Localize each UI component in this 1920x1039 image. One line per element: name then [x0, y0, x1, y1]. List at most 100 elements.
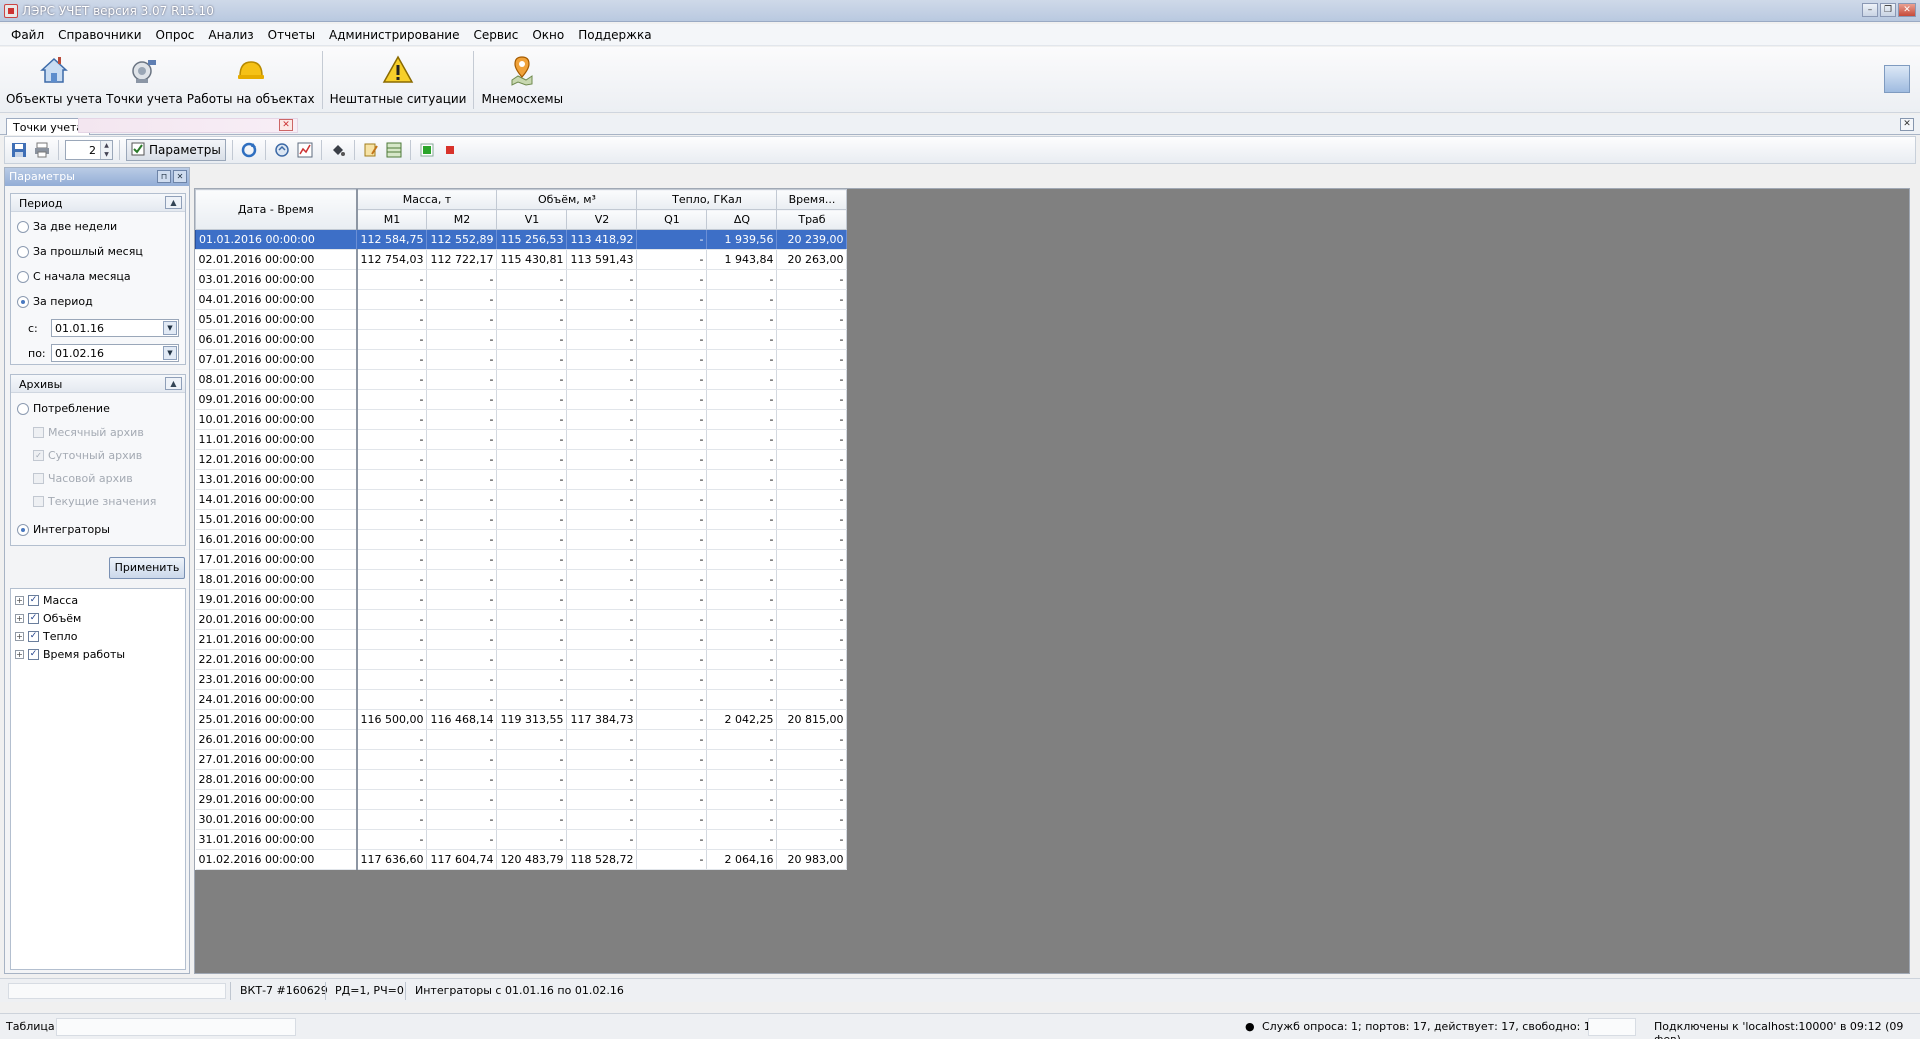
table-row[interactable]: 05.01.2016 00:00:00- - - - - - -	[195, 309, 848, 330]
value-cell[interactable]: -	[776, 449, 848, 470]
value-cell[interactable]: -	[706, 789, 778, 810]
points-button[interactable]: Точки учета	[106, 47, 183, 109]
date-cell[interactable]: 05.01.2016 00:00:00	[195, 309, 358, 330]
value-cell[interactable]: -	[356, 349, 428, 370]
column-header[interactable]: Траб	[776, 209, 848, 230]
value-cell[interactable]: -	[566, 649, 638, 670]
value-cell[interactable]: -	[426, 669, 498, 690]
value-cell[interactable]: -	[426, 449, 498, 470]
date-cell[interactable]: 19.01.2016 00:00:00	[195, 589, 358, 610]
table-row[interactable]: 29.01.2016 00:00:00- - - - - - -	[195, 789, 848, 810]
value-cell[interactable]: -	[566, 589, 638, 610]
value-cell[interactable]: -	[706, 509, 778, 530]
radio-integrators[interactable]: Интеграторы	[17, 523, 110, 536]
value-cell[interactable]: -	[496, 269, 568, 290]
value-cell[interactable]: -	[356, 569, 428, 590]
table-row[interactable]: 14.01.2016 00:00:00- - - - - - -	[195, 489, 848, 510]
value-cell[interactable]: -	[566, 729, 638, 750]
value-cell[interactable]: -	[356, 729, 428, 750]
value-cell[interactable]: -	[566, 349, 638, 370]
value-cell[interactable]: -	[706, 829, 778, 850]
value-cell[interactable]: 115 256,53	[496, 229, 568, 250]
params-toggle-button[interactable]: Параметры	[126, 139, 226, 161]
value-cell[interactable]: -	[356, 409, 428, 430]
value-cell[interactable]: -	[706, 409, 778, 430]
value-cell[interactable]: -	[356, 429, 428, 450]
value-cell[interactable]: -	[566, 429, 638, 450]
close-panel-icon[interactable]: ✕	[173, 170, 187, 183]
value-cell[interactable]: -	[636, 309, 708, 330]
value-cell[interactable]: -	[356, 449, 428, 470]
value-cell[interactable]: -	[636, 269, 708, 290]
value-cell[interactable]: -	[426, 489, 498, 510]
value-cell[interactable]: -	[636, 529, 708, 550]
value-cell[interactable]: -	[636, 829, 708, 850]
date-cell[interactable]: 25.01.2016 00:00:00	[195, 709, 358, 730]
menu-administration[interactable]: Администрирование	[322, 28, 466, 42]
value-cell[interactable]: -	[496, 829, 568, 850]
value-cell[interactable]: -	[356, 389, 428, 410]
spin-arrows-icon[interactable]: ▲ ▼	[100, 141, 112, 159]
value-cell[interactable]: -	[776, 409, 848, 430]
date-cell[interactable]: 13.01.2016 00:00:00	[195, 469, 358, 490]
value-cell[interactable]: 115 430,81	[496, 249, 568, 270]
value-cell[interactable]: -	[426, 749, 498, 770]
value-cell[interactable]: -	[426, 609, 498, 630]
value-cell[interactable]: -	[426, 549, 498, 570]
value-cell[interactable]: -	[776, 529, 848, 550]
column-header[interactable]: V2	[566, 209, 638, 230]
value-cell[interactable]: -	[566, 529, 638, 550]
value-cell[interactable]: -	[496, 329, 568, 350]
value-cell[interactable]: -	[636, 809, 708, 830]
value-cell[interactable]: -	[706, 449, 778, 470]
value-cell[interactable]: -	[706, 429, 778, 450]
print-icon[interactable]	[32, 140, 52, 160]
value-cell[interactable]: -	[566, 809, 638, 830]
value-cell[interactable]: -	[356, 649, 428, 670]
value-cell[interactable]: -	[776, 389, 848, 410]
value-cell[interactable]: -	[566, 749, 638, 770]
collapse-icon[interactable]: ▲	[165, 377, 182, 390]
value-cell[interactable]: -	[776, 629, 848, 650]
save-icon[interactable]	[9, 140, 29, 160]
tab-blurred[interactable]	[78, 118, 298, 133]
value-cell[interactable]: -	[426, 269, 498, 290]
value-cell[interactable]: -	[496, 689, 568, 710]
value-cell[interactable]: -	[636, 729, 708, 750]
value-cell[interactable]: 1 943,84	[706, 249, 778, 270]
value-cell[interactable]: -	[356, 629, 428, 650]
value-cell[interactable]: 112 754,03	[356, 249, 428, 270]
count-stepper[interactable]: 2 ▲ ▼	[65, 140, 113, 160]
value-cell[interactable]: -	[426, 509, 498, 530]
pin-icon[interactable]: ⊓	[157, 170, 171, 183]
value-cell[interactable]: -	[426, 529, 498, 550]
value-cell[interactable]: -	[636, 789, 708, 810]
table-row[interactable]: 11.01.2016 00:00:00- - - - - - -	[195, 429, 848, 450]
table-row[interactable]: 03.01.2016 00:00:00- - - - - - -	[195, 269, 848, 290]
value-cell[interactable]: -	[776, 509, 848, 530]
value-cell[interactable]: -	[636, 409, 708, 430]
layout-icon[interactable]	[1884, 65, 1910, 93]
to-date-field[interactable]: 01.02.16 ▼	[51, 344, 179, 362]
value-cell[interactable]: -	[636, 629, 708, 650]
period-header[interactable]: Период ▲	[11, 194, 185, 212]
column-header-date[interactable]: Дата - Время	[195, 189, 358, 230]
value-cell[interactable]: -	[426, 729, 498, 750]
value-cell[interactable]: -	[566, 569, 638, 590]
value-cell[interactable]: -	[776, 289, 848, 310]
value-cell[interactable]: -	[566, 689, 638, 710]
value-cell[interactable]: -	[636, 689, 708, 710]
value-cell[interactable]: -	[636, 849, 708, 870]
from-date-field[interactable]: 01.01.16 ▼	[51, 319, 179, 337]
value-cell[interactable]: -	[706, 669, 778, 690]
value-cell[interactable]: -	[496, 749, 568, 770]
menu-analysis[interactable]: Анализ	[201, 28, 260, 42]
value-cell[interactable]: -	[496, 809, 568, 830]
table-row[interactable]: 27.01.2016 00:00:00- - - - - - -	[195, 749, 848, 770]
table-row[interactable]: 08.01.2016 00:00:00- - - - - - -	[195, 369, 848, 390]
value-cell[interactable]: -	[636, 469, 708, 490]
value-cell[interactable]: -	[706, 629, 778, 650]
value-cell[interactable]: -	[426, 349, 498, 370]
emergency-button[interactable]: Нештатные ситуации	[330, 47, 466, 109]
tree-item-mass[interactable]: + ✓ Масса	[15, 594, 78, 607]
